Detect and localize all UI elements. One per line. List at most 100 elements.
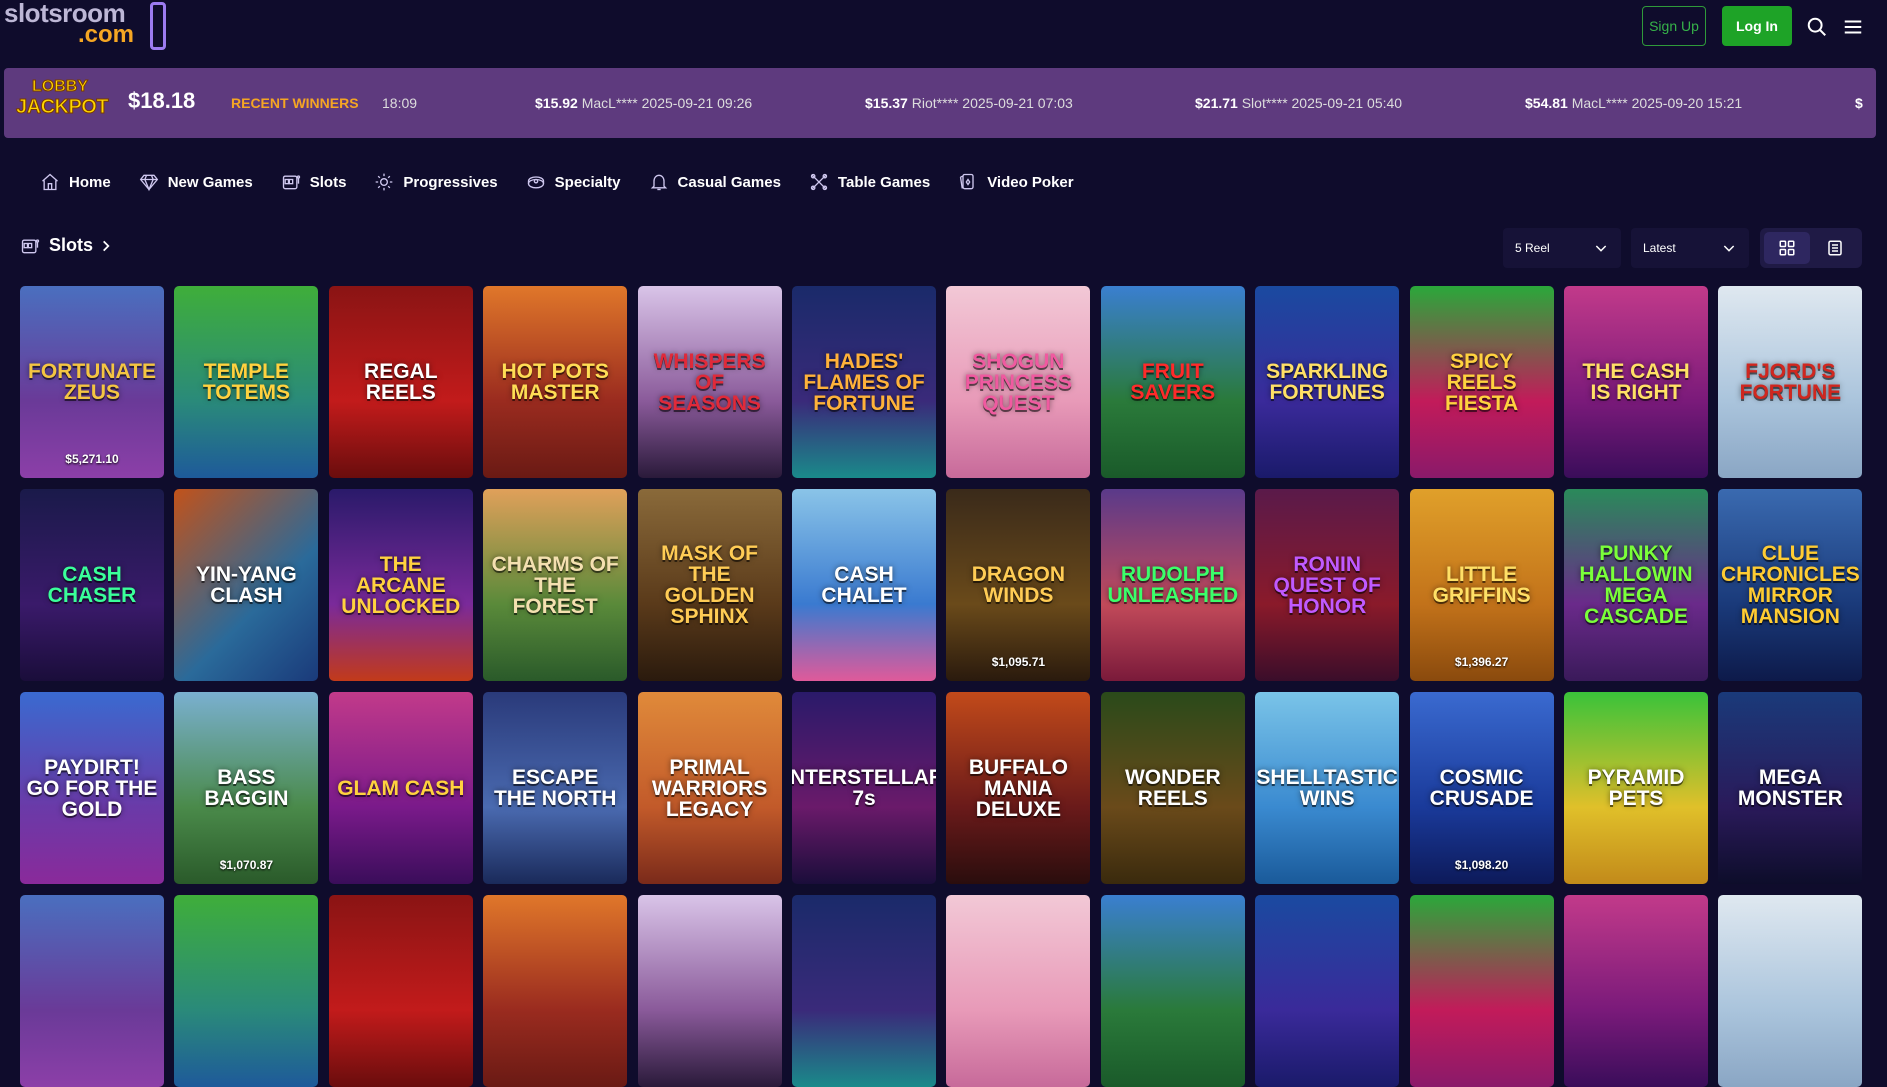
game-tile[interactable] [1255, 895, 1400, 1087]
game-tile[interactable]: TEMPLE TOTEMS [174, 286, 319, 478]
game-title: FJORD'S FORTUNE [1739, 360, 1842, 404]
game-tile[interactable]: DRAGON WINDS $1,095.71 [946, 489, 1091, 681]
game-title: FRUIT SAVERS [1130, 360, 1216, 404]
game-tile[interactable] [328, 895, 473, 1087]
game-title: MASK OF THE GOLDEN SPHINX [661, 542, 758, 628]
chevron-down-icon [1723, 245, 1735, 252]
game-tile[interactable] [1564, 895, 1708, 1087]
lobby-jackpot-badge: LOBBY JACKPOT [12, 78, 122, 128]
game-tile[interactable] [1100, 895, 1245, 1087]
slot-machine-icon [21, 238, 40, 253]
grid-view-button[interactable] [1764, 232, 1810, 264]
category-progressives[interactable]: Progressives [374, 172, 498, 192]
category-nav: Home New Games Slots Progressives Specia… [40, 170, 1102, 194]
game-title: CLUE CHRONICLES MIRROR MANSION [1720, 542, 1860, 628]
logo-text-domain: .com [78, 21, 135, 48]
game-tile[interactable]: SPARKLING FORTUNES [1255, 286, 1400, 478]
game-title: DRAGON WINDS [971, 563, 1066, 607]
game-tile[interactable]: GLAM CASH [328, 692, 473, 884]
category-home[interactable]: Home [40, 172, 111, 192]
sign-up-button[interactable]: Sign Up [1642, 6, 1706, 46]
game-tile[interactable]: PRIMAL WARRIORS LEGACY [637, 692, 782, 884]
category-slots[interactable]: Slots [281, 172, 346, 192]
game-tile[interactable] [20, 895, 164, 1087]
game-tile[interactable]: FRUIT SAVERS [1100, 286, 1245, 478]
game-tile[interactable] [1718, 895, 1863, 1087]
game-tile[interactable]: RONIN QUEST OF HONOR [1255, 489, 1400, 681]
game-title: BUFFALO MANIA DELUXE [968, 755, 1068, 821]
game-tile[interactable]: FJORD'S FORTUNE [1718, 286, 1863, 478]
game-tile[interactable]: HOT POTS MASTER [483, 286, 628, 478]
game-tile[interactable]: BUFFALO MANIA DELUXE [946, 692, 1091, 884]
site-logo[interactable]: slotsroom .com [4, 0, 166, 54]
game-tile[interactable]: THE CASH IS RIGHT [1564, 286, 1708, 478]
category-video-poker[interactable]: Video Poker [958, 172, 1074, 192]
game-tile[interactable]: SHOGUN PRINCESS QUEST [946, 286, 1091, 478]
game-tile[interactable]: PAYDIRT! GO FOR THE GOLD [20, 692, 164, 884]
game-title: HADES' FLAMES OF FORTUNE [803, 349, 925, 415]
category-label: Table Games [837, 173, 931, 191]
category-label: Casual Games [677, 173, 781, 191]
game-title: MEGA MONSTER [1737, 766, 1843, 810]
game-tile[interactable]: WHISPERS OF SEASONS [637, 286, 782, 478]
game-jackpot-amount: $1,396.27 [1454, 655, 1509, 669]
category-specialty[interactable]: Specialty [526, 172, 621, 192]
game-title: RUDOLPH UNLEASHED [1107, 563, 1239, 607]
game-tile[interactable] [946, 895, 1091, 1087]
game-tile[interactable] [792, 895, 936, 1087]
game-jackpot-amount: $1,098.20 [1454, 858, 1509, 872]
game-tile[interactable]: FORTUNATE ZEUS $5,271.10 [20, 286, 164, 478]
game-tile[interactable]: HADES' FLAMES OF FORTUNE [792, 286, 936, 478]
specialty-icon [527, 176, 544, 189]
hamburger-menu-icon[interactable] [1842, 16, 1864, 38]
category-casual-games[interactable]: Casual Games [649, 172, 781, 192]
game-title: REGAL REELS [364, 360, 438, 404]
slots-section-title[interactable]: Slots [20, 235, 113, 256]
game-jackpot-amount: $1,095.71 [991, 655, 1046, 669]
list-view-button[interactable] [1812, 232, 1858, 264]
game-tile[interactable] [1409, 895, 1554, 1087]
category-table-games[interactable]: Table Games [809, 172, 930, 192]
category-label: Specialty [554, 173, 621, 191]
game-title: CHARMS OF THE FOREST [491, 552, 619, 618]
game-title: WHISPERS OF SEASONS [653, 349, 766, 415]
game-title: ESCAPE THE NORTH [493, 766, 617, 810]
game-tile[interactable]: MEGA MONSTER [1718, 692, 1863, 884]
game-tile[interactable] [637, 895, 782, 1087]
jackpot-amount: $18.18 [128, 88, 196, 113]
game-tile[interactable]: PUNKY HALLOWIN MEGA CASCADE [1564, 489, 1708, 681]
sort-select[interactable]: Latest [1631, 228, 1749, 268]
game-tile[interactable]: BASS BAGGIN $1,070.87 [174, 692, 319, 884]
log-in-button[interactable]: Log In [1722, 6, 1792, 46]
reel-filter-value: 5 Reel [1515, 241, 1550, 255]
game-tile[interactable]: CASH CHALET [792, 489, 936, 681]
game-tile[interactable] [174, 895, 319, 1087]
game-title: YIN-YANG CLASH [196, 563, 297, 607]
game-tile[interactable]: SHELLTASTIC WINS [1255, 692, 1400, 884]
game-tile[interactable]: CHARMS OF THE FOREST [483, 489, 628, 681]
game-tile[interactable]: SPICY REELS FIESTA [1409, 286, 1554, 478]
game-tile[interactable] [483, 895, 628, 1087]
game-tile[interactable]: RUDOLPH UNLEASHED [1100, 489, 1245, 681]
game-title: SPARKLING FORTUNES [1266, 360, 1389, 404]
game-tile[interactable]: THE ARCANE UNLOCKED [328, 489, 473, 681]
game-title: PYRAMID PETS [1587, 766, 1685, 810]
game-tile[interactable]: LITTLE GRIFFINS $1,396.27 [1409, 489, 1554, 681]
search-icon[interactable] [1806, 16, 1828, 38]
game-tile[interactable]: COSMIC CRUSADE $1,098.20 [1409, 692, 1554, 884]
game-tile[interactable]: YIN-YANG CLASH [174, 489, 319, 681]
category-new-games[interactable]: New Games [139, 172, 253, 192]
game-tile[interactable]: PYRAMID PETS [1564, 692, 1708, 884]
table-games-icon [810, 173, 828, 191]
recent-winners-label: RECENT WINNERS [231, 95, 359, 111]
game-tile[interactable]: REGAL REELS [328, 286, 473, 478]
reel-filter-select[interactable]: 5 Reel [1503, 228, 1621, 268]
game-tile[interactable]: ESCAPE THE NORTH [483, 692, 628, 884]
game-tile[interactable]: CASH CHASER [20, 489, 164, 681]
game-tile[interactable]: CLUE CHRONICLES MIRROR MANSION [1718, 489, 1863, 681]
game-title: GLAM CASH [337, 776, 465, 800]
home-icon [42, 173, 58, 191]
game-tile[interactable]: WONDER REELS [1100, 692, 1245, 884]
game-tile[interactable]: INTERSTELLAR 7s [792, 692, 936, 884]
game-tile[interactable]: MASK OF THE GOLDEN SPHINX [637, 489, 782, 681]
